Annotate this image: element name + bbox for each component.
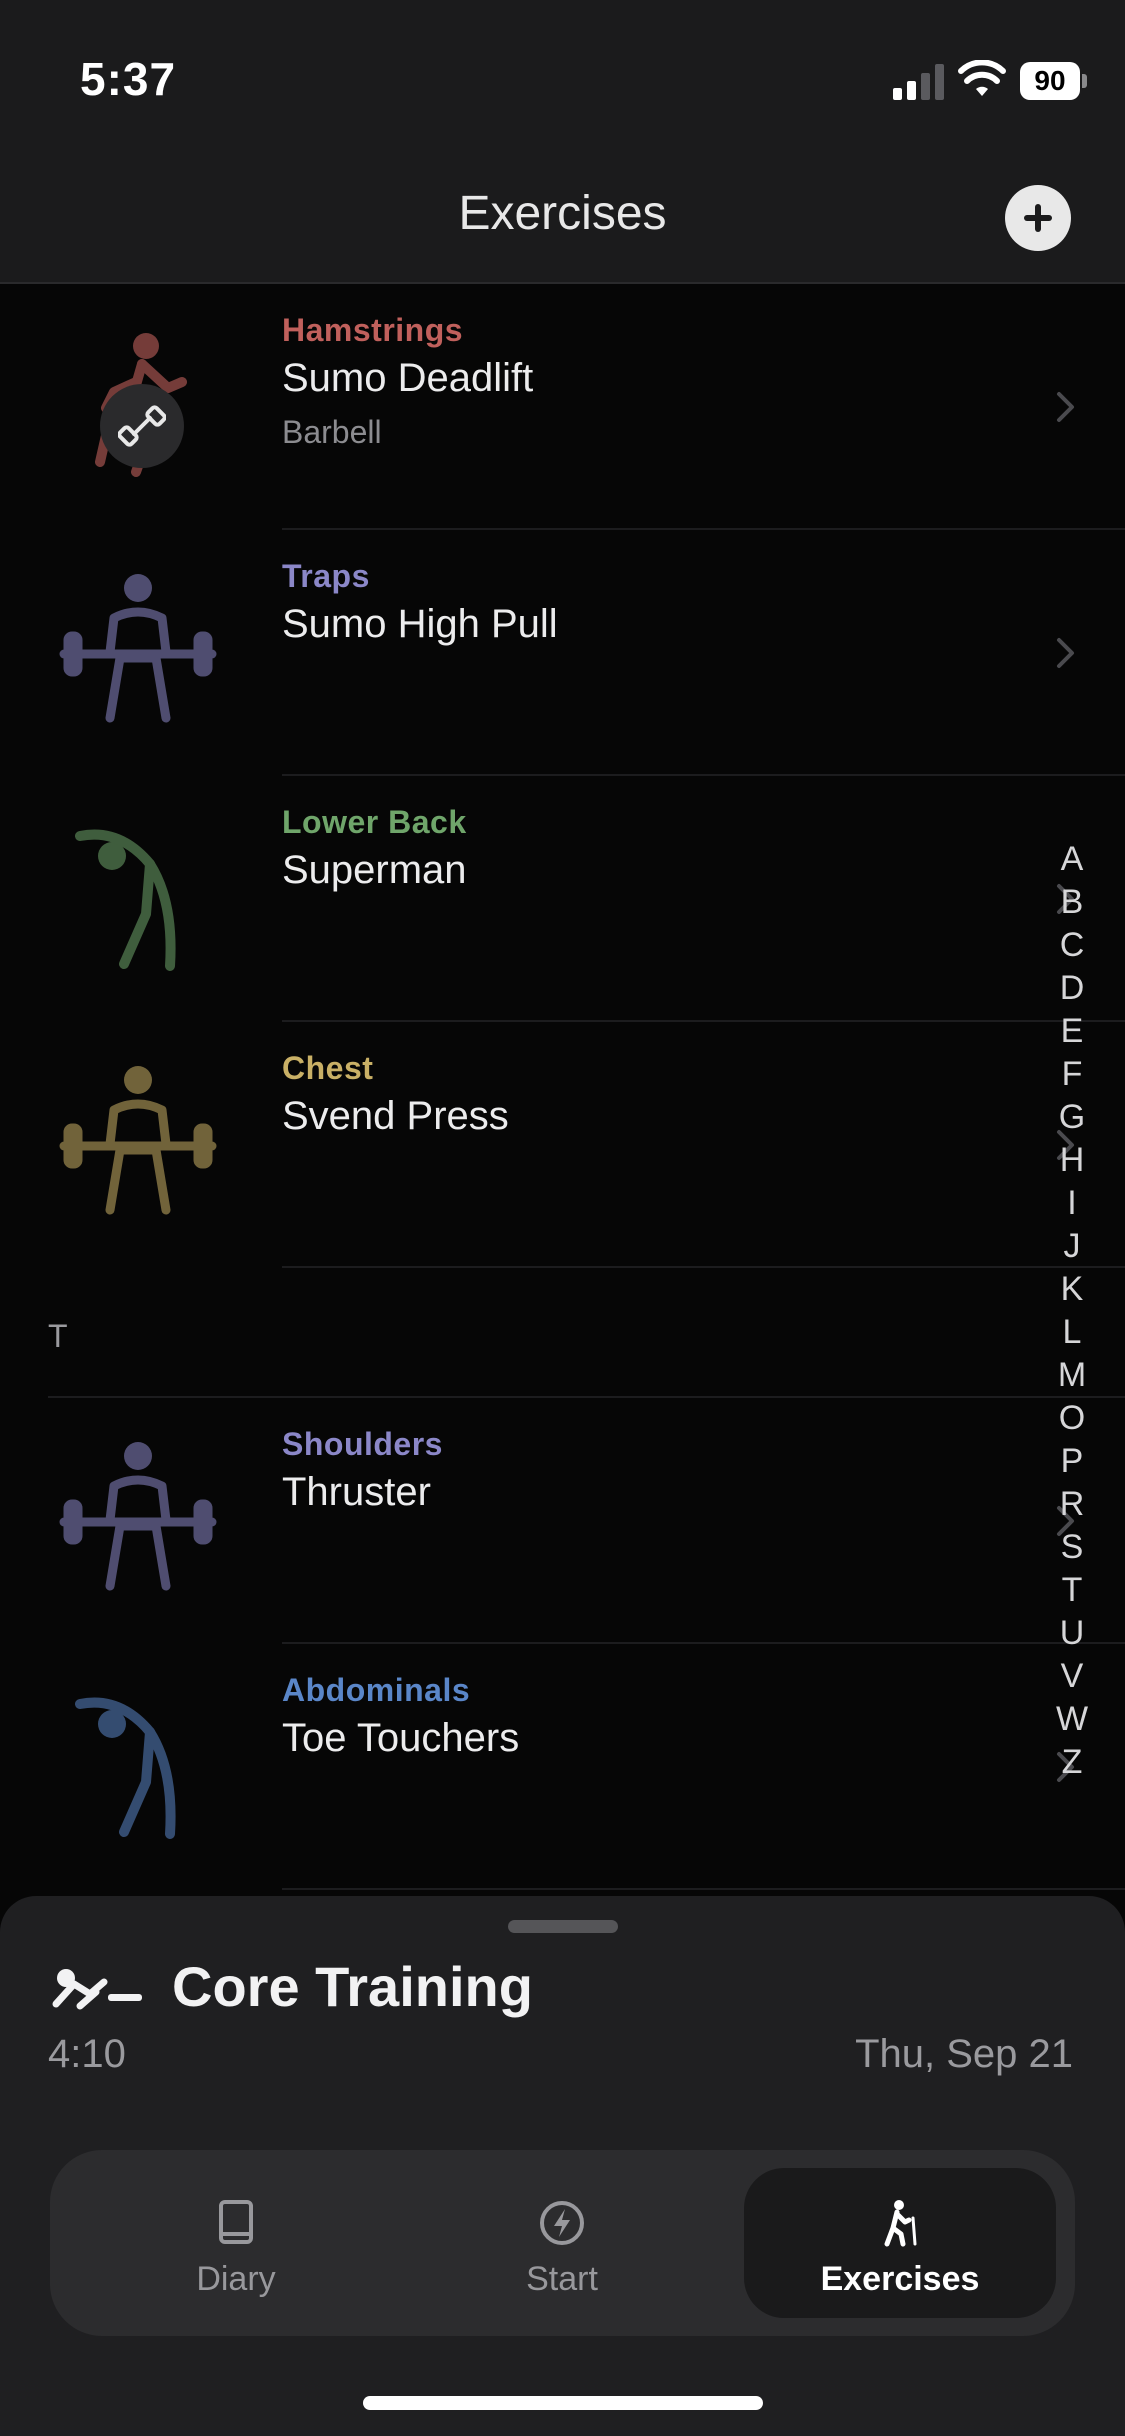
- exercise-figure-icon: [50, 814, 226, 984]
- exercise-row[interactable]: Hamstrings Sumo Deadlift Barbell: [0, 284, 1125, 530]
- exercise-figure-icon: [50, 1436, 226, 1606]
- screen: 5:37 90 Exercises Hamstrings Sumo Deadli…: [0, 0, 1125, 2436]
- plus-icon: [1024, 204, 1052, 232]
- nav-bar: Exercises: [0, 140, 1125, 284]
- workout-type-icon: [52, 1969, 142, 2010]
- index-letter[interactable]: V: [1052, 1655, 1092, 1698]
- workout-date: Thu, Sep 21: [855, 2032, 1073, 2076]
- tab-diary[interactable]: Diary: [80, 2168, 392, 2318]
- chevron-right-icon: [1057, 392, 1074, 422]
- dumbbell-icon: [100, 384, 184, 468]
- book-icon: [219, 2200, 253, 2244]
- exercise-row[interactable]: Abdominals Toe Touchers: [0, 1644, 1125, 1890]
- exercise-muscle-group: Hamstrings: [282, 312, 464, 348]
- add-exercise-button[interactable]: [1005, 185, 1071, 251]
- page-title: Exercises: [458, 187, 667, 240]
- index-letter[interactable]: Z: [1052, 1741, 1092, 1784]
- active-workout-sheet[interactable]: Core Training 4:10 Thu, Sep 21 Diary Sta…: [0, 1896, 1125, 2436]
- index-letter[interactable]: M: [1052, 1354, 1092, 1397]
- chevron-right-icon: [1057, 638, 1074, 668]
- exercise-name: Thruster: [282, 1470, 431, 1514]
- exercise-row[interactable]: Chest Svend Press: [0, 1022, 1125, 1268]
- exercise-name: Sumo Deadlift: [282, 356, 534, 400]
- exercise-muscle-group: Chest: [282, 1050, 374, 1086]
- tab-start[interactable]: Start: [406, 2168, 718, 2318]
- hiker-icon: [884, 2200, 917, 2247]
- index-letter[interactable]: P: [1052, 1440, 1092, 1483]
- section-header: T: [0, 1268, 1125, 1398]
- exercise-name: Sumo High Pull: [282, 602, 558, 646]
- index-letter[interactable]: J: [1052, 1225, 1092, 1268]
- index-letter[interactable]: S: [1052, 1526, 1092, 1569]
- exercise-row[interactable]: Shoulders Thruster: [0, 1398, 1125, 1644]
- index-letter[interactable]: G: [1052, 1096, 1092, 1139]
- exercise-muscle-group: Shoulders: [282, 1426, 443, 1462]
- lightning-icon: [540, 2201, 584, 2245]
- index-letter[interactable]: W: [1052, 1698, 1092, 1741]
- exercise-figure-icon: [50, 568, 226, 738]
- home-indicator[interactable]: [363, 2396, 763, 2410]
- workout-title: Core Training: [172, 1955, 533, 2018]
- index-letter[interactable]: B: [1052, 881, 1092, 924]
- exercise-row[interactable]: Traps Sumo High Pull: [0, 530, 1125, 776]
- battery-level: 90: [1020, 62, 1080, 100]
- index-letter[interactable]: D: [1052, 967, 1092, 1010]
- index-letter[interactable]: K: [1052, 1268, 1092, 1311]
- index-letter[interactable]: L: [1052, 1311, 1092, 1354]
- index-letter[interactable]: E: [1052, 1010, 1092, 1053]
- exercise-name: Superman: [282, 848, 467, 892]
- index-letter[interactable]: H: [1052, 1139, 1092, 1182]
- battery-icon: 90: [1020, 62, 1088, 102]
- index-letter[interactable]: R: [1052, 1483, 1092, 1526]
- tab-bar: Diary Start Exercises: [50, 2150, 1075, 2336]
- index-letter[interactable]: A: [1052, 838, 1092, 881]
- status-time: 5:37: [80, 53, 177, 105]
- cellular-signal-icon: [893, 64, 944, 100]
- exercise-figure-icon: [50, 1682, 226, 1852]
- exercise-muscle-group: Abdominals: [282, 1672, 471, 1708]
- tab-exercises[interactable]: Exercises: [744, 2168, 1056, 2318]
- exercise-name: Toe Touchers: [282, 1716, 520, 1760]
- index-letter[interactable]: I: [1052, 1182, 1092, 1225]
- tab-start-label: Start: [526, 2260, 598, 2298]
- workout-elapsed-time: 4:10: [48, 2032, 126, 2076]
- exercise-figure-icon: [50, 1060, 226, 1230]
- wifi-icon: [958, 60, 1006, 96]
- alphabet-index[interactable]: ABCDEFGHIJKLMOPRSTUVWZ: [1052, 838, 1092, 1784]
- row-divider: [282, 1888, 1125, 1890]
- index-letter[interactable]: T: [1052, 1569, 1092, 1612]
- exercise-row[interactable]: Lower Back Superman: [0, 776, 1125, 1022]
- index-letter[interactable]: U: [1052, 1612, 1092, 1655]
- index-letter[interactable]: C: [1052, 924, 1092, 967]
- index-letter[interactable]: F: [1052, 1053, 1092, 1096]
- exercise-equipment: Barbell: [282, 414, 382, 450]
- tab-diary-label: Diary: [196, 2260, 276, 2298]
- sheet-grabber[interactable]: [508, 1920, 618, 1933]
- status-bar: 5:37 90: [0, 0, 1125, 140]
- exercise-muscle-group: Lower Back: [282, 804, 467, 840]
- tab-exercises-label: Exercises: [820, 2260, 980, 2298]
- index-letter[interactable]: O: [1052, 1397, 1092, 1440]
- section-header-label: T: [48, 1318, 68, 1354]
- exercise-muscle-group: Traps: [282, 558, 370, 594]
- exercise-name: Svend Press: [282, 1094, 509, 1138]
